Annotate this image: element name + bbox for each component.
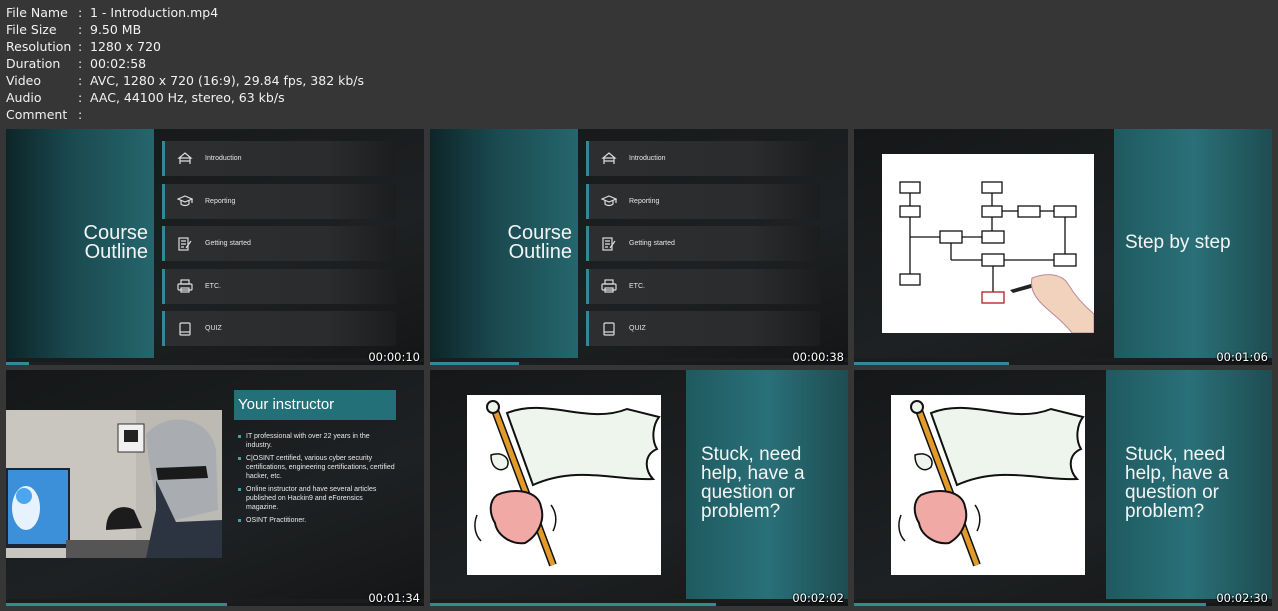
timecode: 00:01:34 [368, 591, 420, 605]
file-info: File Name:1 - Introduction.mp4 File Size:… [6, 4, 364, 123]
instructor-title: Your instructor [238, 396, 335, 413]
white-flag-image [467, 395, 661, 575]
white-flag-image [891, 395, 1085, 575]
info-separator: : [78, 90, 83, 105]
bullet-item: C|OSINT certified, various cyber securit… [238, 454, 396, 481]
outline-item-label: Getting started [205, 240, 251, 248]
thumbnail-5[interactable]: Stuck, need help, have a question or pro… [430, 370, 848, 606]
timecode: 00:02:30 [1216, 591, 1268, 605]
hands-icon [165, 151, 205, 166]
progress-bar [6, 603, 227, 606]
slide-caption: Step by step [1125, 232, 1231, 253]
outline-item-label: ETC. [205, 282, 221, 290]
bullet-item: Online instructor and have several artic… [238, 485, 396, 512]
info-key: Comment [6, 107, 68, 122]
flowchart-whiteboard-image [882, 154, 1095, 334]
thumbnail-1[interactable]: Course Outline Introduction Reporting Gett… [6, 129, 424, 365]
thumbnail-3[interactable]: Step by step 00:01:06 [854, 129, 1272, 365]
outline-item: Reporting [586, 183, 820, 219]
info-row: Duration:00:02:58 [6, 55, 364, 72]
document-pen-icon [589, 237, 629, 251]
thumbnail-4[interactable]: Your instructor IT professional with ove… [6, 370, 424, 606]
info-row: File Name:1 - Introduction.mp4 [6, 4, 364, 21]
info-separator: : [78, 107, 83, 122]
printer-icon [589, 279, 629, 293]
info-separator: : [78, 22, 83, 37]
outline-item-label: Introduction [205, 155, 242, 162]
outline-item: QUIZ [162, 311, 396, 347]
info-separator: : [78, 39, 83, 54]
info-key: Duration [6, 56, 61, 71]
slide-caption: Stuck, need help, have a question or pro… [701, 444, 805, 522]
outline-item: QUIZ [586, 311, 820, 347]
info-separator: : [78, 73, 83, 88]
instructor-title-bar: Your instructor [234, 390, 396, 420]
progress-bar [854, 362, 1010, 365]
tablet-icon [165, 322, 205, 336]
info-row: Resolution:1280 x 720 [6, 38, 364, 55]
info-key: File Name [6, 5, 68, 20]
info-separator: : [78, 56, 83, 71]
progress-bar [430, 362, 520, 365]
instructor-webcam-image [6, 410, 222, 558]
timecode: 00:02:02 [792, 591, 844, 605]
outline-item: Introduction [162, 141, 396, 176]
outline-item-label: Introduction [629, 155, 666, 162]
outline-item: ETC. [162, 268, 396, 304]
timecode: 00:00:10 [368, 350, 420, 364]
info-value: 1280 x 720 [90, 39, 162, 54]
info-key: Audio [6, 90, 42, 105]
outline-item: Introduction [586, 141, 820, 176]
info-row: File Size:9.50 MB [6, 21, 364, 38]
outline-item-label: ETC. [629, 282, 645, 290]
outline-item: Getting started [162, 226, 396, 262]
bullet-item: IT professional with over 22 years in th… [238, 432, 396, 450]
timecode: 00:01:06 [1216, 350, 1268, 364]
thumbnail-2[interactable]: Course Outline Introduction Reporting Gett… [430, 129, 848, 365]
timecode: 00:00:38 [792, 350, 844, 364]
progress-bar [430, 603, 717, 606]
outline-item-label: QUIZ [205, 325, 222, 333]
hands-icon [589, 151, 629, 166]
outline-item-label: QUIZ [629, 325, 646, 333]
graduation-cap-icon [589, 194, 629, 208]
info-value: AVC, 1280 x 720 (16:9), 29.84 fps, 382 k… [90, 73, 365, 88]
info-value: 1 - Introduction.mp4 [90, 5, 219, 20]
outline-item: Getting started [586, 226, 820, 262]
info-value: 00:02:58 [90, 56, 147, 71]
info-key: File Size [6, 22, 57, 37]
slide-title: Course Outline [83, 222, 148, 263]
thumbnail-6[interactable]: Stuck, need help, have a question or pro… [854, 370, 1272, 606]
info-row: Comment: [6, 106, 364, 123]
printer-icon [165, 279, 205, 293]
info-key: Video [6, 73, 42, 88]
graduation-cap-icon [165, 194, 205, 208]
outline-item: ETC. [586, 268, 820, 304]
info-key: Resolution [6, 39, 72, 54]
instructor-bullets: IT professional with over 22 years in th… [238, 432, 396, 529]
bullet-item: OSINT Practitioner. [238, 516, 396, 525]
progress-bar [6, 362, 30, 365]
outline-item-label: Reporting [205, 197, 236, 205]
progress-bar [854, 603, 1207, 606]
info-value: 9.50 MB [90, 22, 142, 37]
outline-item: Reporting [162, 183, 396, 219]
info-row: Video: AVC, 1280 x 720 (16:9), 29.84 fps,… [6, 72, 364, 89]
outline-item-label: Reporting [629, 197, 660, 205]
outline-item-label: Getting started [629, 240, 675, 248]
info-separator: : [78, 5, 83, 20]
info-value: AAC, 44100 Hz, stereo, 63 kb/s [90, 90, 285, 105]
document-pen-icon [165, 237, 205, 251]
slide-title: Course Outline [507, 222, 572, 263]
tablet-icon [589, 322, 629, 336]
info-row: Audio: AAC, 44100 Hz, stereo, 63 kb/s [6, 89, 364, 106]
slide-caption: Stuck, need help, have a question or pro… [1125, 444, 1229, 522]
